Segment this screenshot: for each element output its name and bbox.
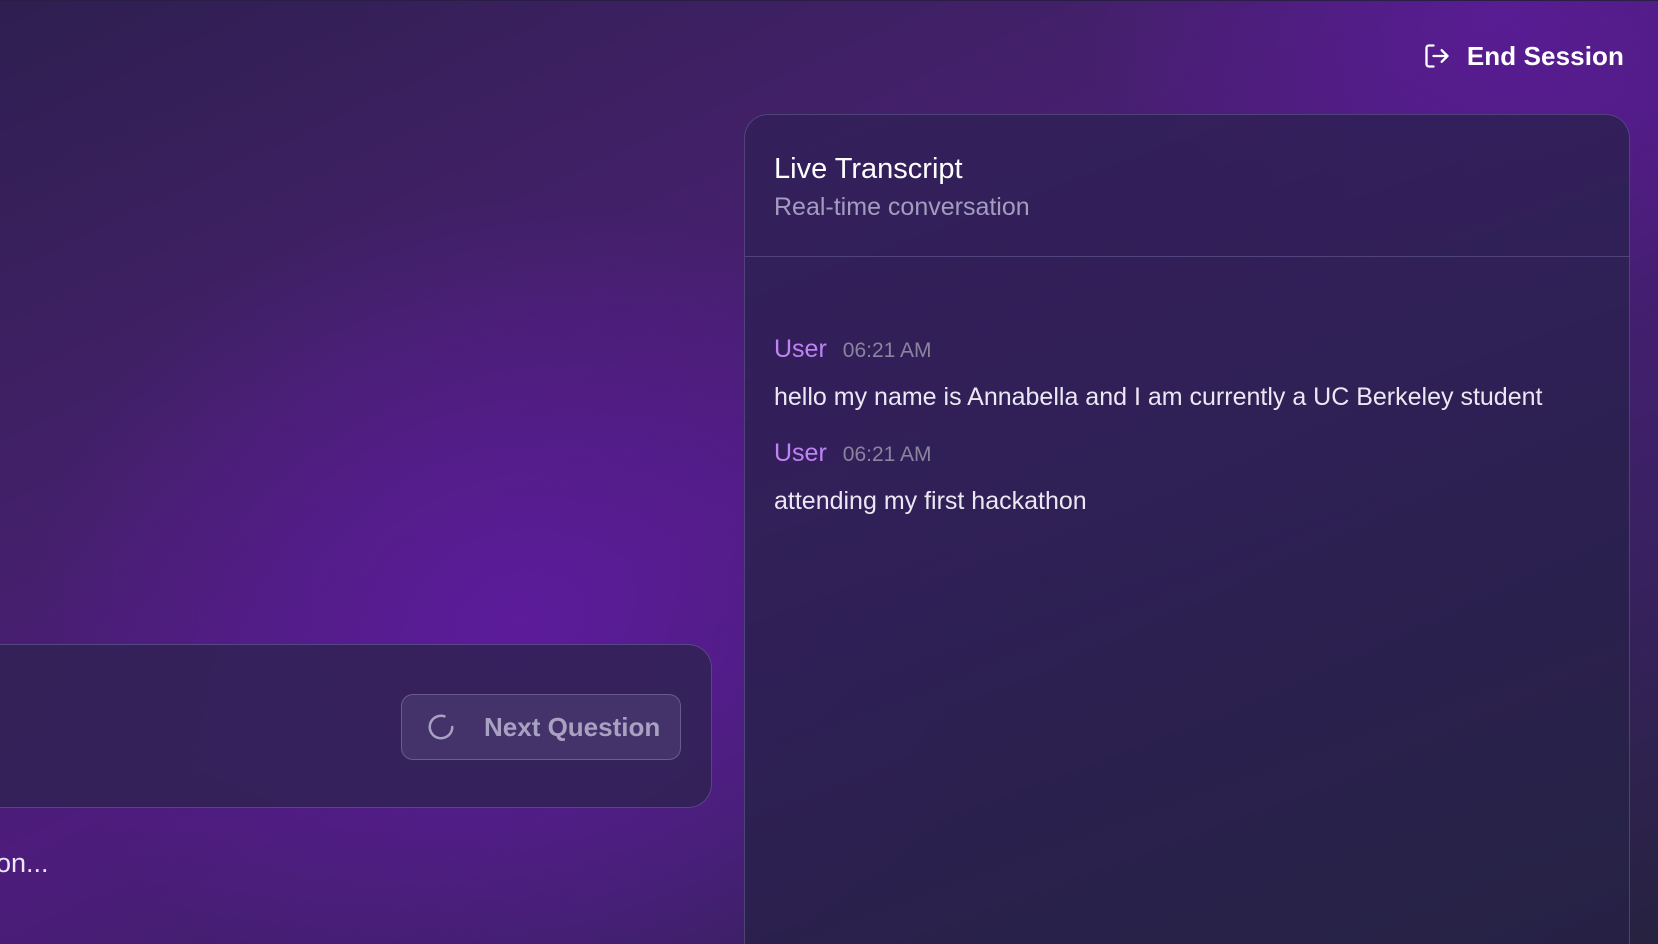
- message-text: hello my name is Annabella and I am curr…: [774, 383, 1543, 411]
- message-speaker: User: [774, 439, 827, 467]
- transcript-header: Live Transcript Real-time conversation: [745, 115, 1629, 257]
- end-session-label: End Session: [1466, 40, 1624, 71]
- transcript-message: User 06:21 AM attending my first hackath…: [774, 439, 1629, 517]
- message-meta: User 06:21 AM: [774, 439, 1629, 475]
- transcript-panel: Live Transcript Real-time conversation U…: [744, 114, 1630, 944]
- transcript-messages[interactable]: User 06:21 AM hello my name is Annabella…: [745, 257, 1629, 517]
- end-session-button[interactable]: End Session: [1423, 36, 1624, 76]
- transcript-subtitle: Real-time conversation: [774, 193, 1030, 221]
- next-question-label: Next Question: [484, 711, 661, 742]
- message-timestamp: 06:21 AM: [842, 443, 932, 466]
- transcript-title: Live Transcript: [774, 153, 963, 185]
- top-border: [0, 0, 1658, 1]
- logout-icon: [1423, 42, 1451, 70]
- message-speaker: User: [774, 335, 827, 363]
- status-text: on...: [0, 848, 49, 878]
- next-question-button[interactable]: Next Question: [401, 694, 681, 760]
- message-text: attending my first hackathon: [774, 487, 1087, 515]
- loading-spinner-icon: [426, 712, 456, 742]
- message-timestamp: 06:21 AM: [842, 339, 932, 362]
- message-meta: User 06:21 AM: [774, 335, 1629, 371]
- transcript-message: User 06:21 AM hello my name is Annabella…: [774, 335, 1629, 413]
